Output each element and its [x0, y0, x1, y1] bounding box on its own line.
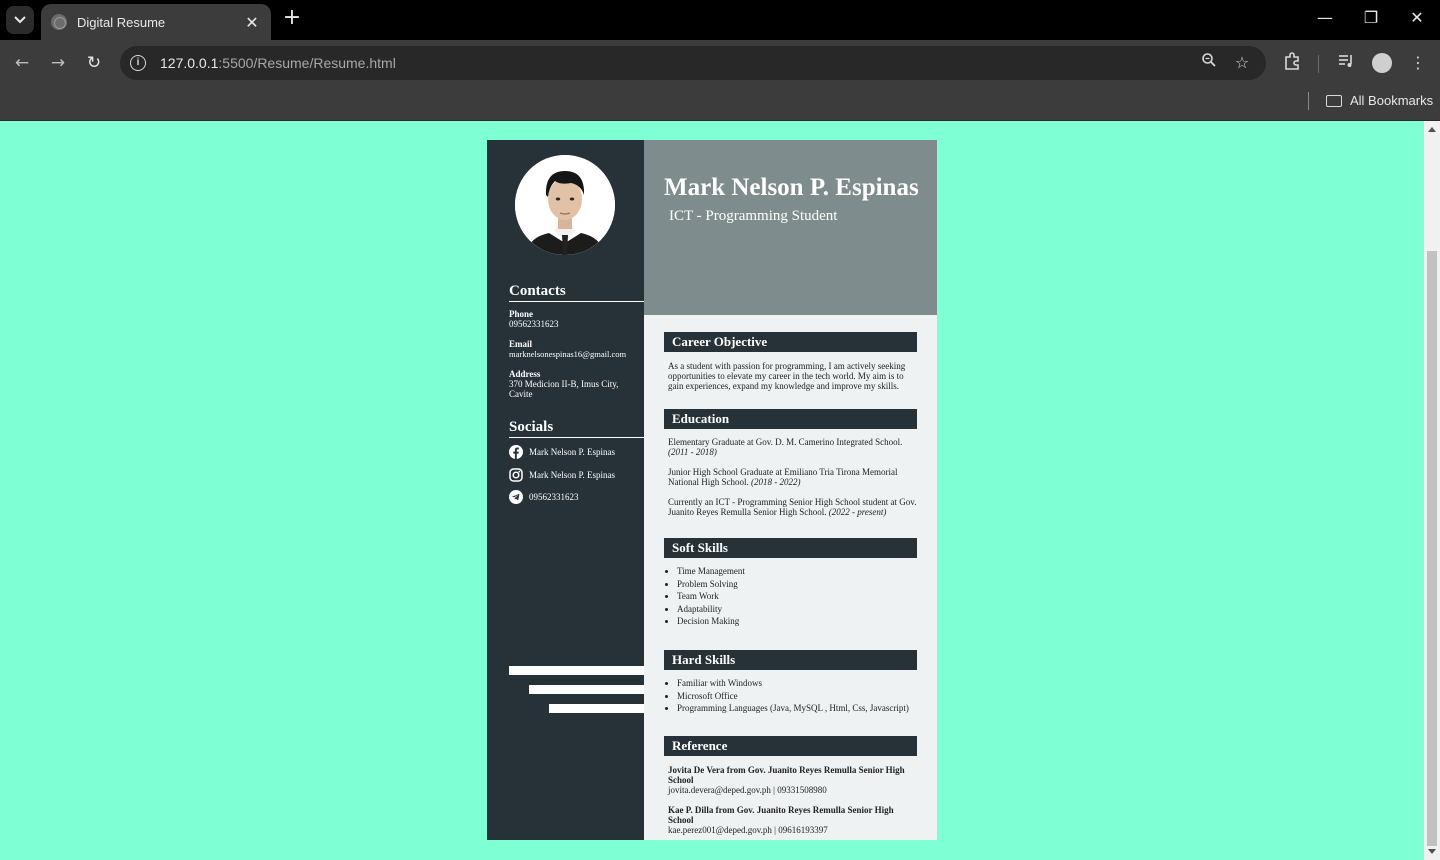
extensions-icon[interactable] [1281, 52, 1303, 74]
forward-icon[interactable]: → [47, 52, 69, 74]
profile-photo [515, 155, 615, 255]
scroll-up-arrow[interactable] [1428, 127, 1436, 132]
list-item: Programming Languages (Java, MySQL , Htm… [677, 702, 922, 715]
site-info-icon[interactable]: i [130, 55, 146, 71]
education-item: Junior High School Graduate at Emiliano … [668, 467, 898, 487]
list-item: Adaptability [677, 603, 922, 616]
close-tab-icon[interactable]: ✕ [243, 13, 261, 32]
tab-strip: Digital Resume ✕ + — ❐ ✕ [0, 0, 1440, 40]
email-value: marknelsonespinas16@gmail.com [509, 349, 627, 359]
social-instagram-label: Mark Nelson P. Espinas [529, 470, 615, 480]
bookmark-star-icon[interactable]: ☆ [1231, 52, 1253, 74]
reference-contact: kae.perez001@deped.gov.ph | 09616193397 [668, 825, 828, 835]
profile-avatar[interactable] [1372, 53, 1392, 73]
phone-value: 09562331623 [509, 319, 559, 329]
page-viewport: Contacts Phone 09562331623 Email marknel… [0, 121, 1424, 860]
list-item: Team Work [677, 590, 922, 603]
telegram-icon [509, 490, 523, 504]
reference-contact: jovita.devera@deped.gov.ph | 09331508980 [668, 785, 827, 795]
soft-skills-list: Time Management Problem Solving Team Wor… [677, 565, 922, 628]
address-label: Address [509, 369, 541, 379]
restore-button[interactable]: ❐ [1359, 8, 1383, 27]
person-role: ICT - Programming Student [669, 208, 838, 224]
all-bookmarks-button[interactable]: All Bookmarks [1326, 93, 1433, 108]
list-item: Time Management [677, 565, 922, 578]
media-controls-icon[interactable] [1335, 52, 1357, 74]
list-item: Decision Making [677, 615, 922, 628]
reload-icon[interactable]: ↻ [83, 52, 105, 74]
folder-icon [1326, 94, 1342, 107]
browser-toolbar: ← → ↻ i 127.0.0.1:5500/Resume/Resume.htm… [0, 40, 1440, 86]
list-item: Problem Solving [677, 578, 922, 591]
social-telegram-label: 09562331623 [529, 492, 579, 502]
all-bookmarks-label: All Bookmarks [1350, 93, 1434, 108]
close-window-button[interactable]: ✕ [1405, 8, 1429, 27]
soft-skills-heading: Soft Skills [664, 538, 917, 558]
resume-sidebar: Contacts Phone 09562331623 Email marknel… [487, 140, 644, 840]
globe-icon [51, 14, 67, 30]
facebook-icon [509, 445, 523, 459]
hard-skills-heading: Hard Skills [664, 650, 917, 670]
social-facebook[interactable]: Mark Nelson P. Espinas [509, 445, 615, 459]
chevron-down-icon [14, 16, 26, 24]
back-icon[interactable]: ← [11, 52, 33, 74]
browser-tab[interactable]: Digital Resume ✕ [41, 4, 271, 40]
reference-item: Jovita De Vera from Gov. Juanito Reyes R… [668, 765, 918, 795]
socials-heading: Socials [509, 419, 644, 438]
new-tab-button[interactable]: + [281, 7, 303, 30]
decorative-bar [549, 704, 644, 713]
email-label: Email [509, 339, 533, 349]
tab-title: Digital Resume [77, 14, 166, 30]
address-value: 370 Medicion II-B, Imus City, Cavite [509, 379, 619, 399]
more-menu-icon[interactable]: ⋮ [1407, 52, 1429, 74]
career-objective-heading: Career Objective [664, 332, 917, 352]
hard-skills-list: Familiar with Windows Microsoft Office P… [677, 677, 922, 715]
education-item: Currently an ICT - Programming Senior Hi… [668, 497, 917, 517]
decorative-bar [509, 666, 644, 675]
list-item: Microsoft Office [677, 690, 922, 703]
career-objective-text: As a student with passion for programmin… [668, 361, 906, 391]
social-telegram[interactable]: 09562331623 [509, 490, 579, 504]
reference-name: Kae P. Dilla from Gov. Juanito Reyes Rem… [668, 805, 894, 825]
bookmarks-bar: All Bookmarks [0, 86, 1440, 121]
resume-main: Career Objective As a student with passi… [644, 315, 937, 840]
resume-header: Mark Nelson P. Espinas ICT - Programming… [644, 140, 937, 315]
list-item: Familiar with Windows [677, 677, 922, 690]
toolbar-divider [1318, 55, 1319, 73]
bookmarks-divider [1308, 92, 1309, 110]
url-text[interactable]: 127.0.0.1:5500/Resume/Resume.html [160, 55, 396, 71]
reference-item: Kae P. Dilla from Gov. Juanito Reyes Rem… [668, 805, 918, 835]
contacts-heading: Contacts [509, 283, 644, 302]
reference-name: Jovita De Vera from Gov. Juanito Reyes R… [668, 765, 905, 785]
education-item: Elementary Graduate at Gov. D. M. Cameri… [668, 437, 903, 457]
address-bar[interactable]: i 127.0.0.1:5500/Resume/Resume.html ☆ [120, 46, 1266, 80]
scroll-down-arrow[interactable] [1428, 849, 1436, 854]
scroll-thumb[interactable] [1427, 251, 1437, 846]
social-instagram[interactable]: Mark Nelson P. Espinas [509, 468, 615, 482]
zoom-icon[interactable] [1198, 52, 1220, 74]
decorative-bar [529, 685, 644, 694]
instagram-icon [509, 468, 523, 482]
phone-label: Phone [509, 309, 534, 319]
social-facebook-label: Mark Nelson P. Espinas [529, 447, 615, 457]
person-name: Mark Nelson P. Espinas [664, 174, 919, 201]
resume-card: Contacts Phone 09562331623 Email marknel… [487, 140, 937, 840]
minimize-button[interactable]: — [1313, 8, 1337, 27]
tab-search-button[interactable] [6, 6, 34, 34]
reference-heading: Reference [664, 736, 917, 756]
page-scrollbar[interactable] [1424, 121, 1440, 860]
education-heading: Education [664, 409, 917, 429]
